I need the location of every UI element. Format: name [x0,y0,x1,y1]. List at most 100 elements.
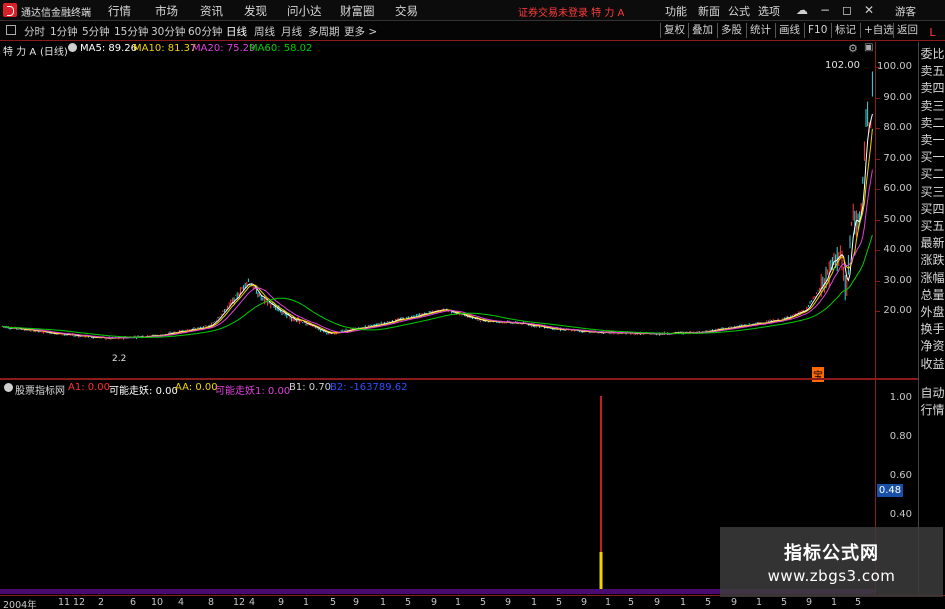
sidebar-item[interactable]: 卖四 [919,80,945,96]
menu-new-page[interactable]: 新面 [698,3,720,19]
time-axis-label: 10 [151,597,164,608]
time-axis-label: 4 [249,597,256,608]
toolbar-f10[interactable]: F10 [804,23,830,38]
price-axis-label: 90.00 [883,91,912,103]
period-weekly[interactable]: 周线 [254,24,275,39]
sidebar-item[interactable]: 卖五 [919,63,945,79]
period-more[interactable]: 更多 > [344,24,377,39]
sidebar-item[interactable]: 买一 [919,149,945,165]
menu-item-quotes[interactable]: 行情 [108,3,131,19]
menu-item-trade[interactable]: 交易 [395,3,418,19]
guest-label[interactable]: 游客 [895,4,916,19]
indicator-axis-current-value: 0.48 [877,484,903,497]
ma-lines [1,113,873,339]
menu-item-discover[interactable]: 发现 [244,3,267,19]
menu-item-wealth-circle[interactable]: 财富圈 [340,3,375,19]
period-tick[interactable]: 分时 [24,24,45,39]
time-axis-label: 5 [405,597,412,608]
menu-options[interactable]: 选项 [758,3,780,19]
sidebar-item[interactable]: 买五 [919,218,945,234]
menu-item-ask-xiaoda[interactable]: 问小达 [287,3,322,19]
period-tag: (日线) [40,47,68,58]
sidebar-item[interactable]: 涨跌 [919,252,945,268]
period-monthly[interactable]: 月线 [281,24,302,39]
cloud-icon[interactable]: ☁ [795,3,809,17]
period-15min[interactable]: 15分钟 [114,24,148,39]
sidebar-item[interactable]: 委比 [919,46,945,62]
toolbar-statistics[interactable]: 统计 [746,23,774,38]
time-axis-label: 5 [855,597,862,608]
time-axis-label: 9 [278,597,285,608]
close-icon[interactable]: ✕ [862,3,876,17]
menu-item-news[interactable]: 资讯 [200,3,223,19]
indicator-axis-label: 1.00 [889,392,912,403]
sidebar-item[interactable]: 行情 [919,402,945,418]
time-axis: 2004年 11 12 2 6 10 4 8 12 4 9 1 5 9 1 5 9 1 5 9 1 5 9 1 5 9 1 5 9 1 5 9… [0,595,945,609]
indicator-settings-icon[interactable] [4,383,13,392]
menu-item-market[interactable]: 市场 [155,3,178,19]
time-axis-label: 1 [680,597,687,608]
sidebar-item[interactable]: 收益 [919,356,945,372]
ma20-label: MA20: 75.29 [192,43,256,54]
time-axis-label: 2 [98,597,105,608]
sidebar-item[interactable]: 净资 [919,338,945,354]
panel-toggle-icon[interactable]: ▣ [864,42,873,53]
sidebar-item[interactable]: 自动 [919,385,945,401]
period-60min[interactable]: 60分钟 [188,24,222,39]
toolbar-back[interactable]: 返回 [893,23,921,38]
stock-name: 特 力 A [3,47,37,58]
indicator-possible-demon: 可能走妖: 0.00 [109,386,178,397]
sidebar-item[interactable]: 买四 [919,201,945,217]
sidebar-item[interactable]: 换手 [919,321,945,337]
time-axis-label: 5 [330,597,337,608]
period-1min[interactable]: 1分钟 [50,24,78,39]
menu-formula[interactable]: 公式 [728,3,750,19]
toolbar-adjust[interactable]: 复权 [660,23,688,38]
time-axis-label: 12 [233,597,246,608]
time-axis-label: 11 [58,597,71,608]
sidebar-item[interactable]: 最新 [919,235,945,251]
indicator-a1: A1: 0.00 [68,382,111,393]
layout-toggle-icon[interactable] [6,25,16,35]
time-axis-label: 5 [781,597,788,608]
price-axis-tick [876,219,880,221]
indicator-name[interactable]: 股票指标网 [15,382,65,397]
sidebar-item[interactable]: 买二 [919,166,945,182]
price-axis-tick [876,67,880,68]
menu-function[interactable]: 功能 [665,3,687,19]
toolbar-mark[interactable]: 标记 [831,23,859,38]
toolbar-add-favorite[interactable]: +自选 [860,23,897,38]
settings-gear-icon[interactable]: ⚙ [848,42,858,55]
sidebar-item[interactable]: 总量 [919,287,945,303]
sidebar-item[interactable]: 卖一 [919,132,945,148]
period-5min[interactable]: 5分钟 [82,24,110,39]
period-multi[interactable]: 多周期 [308,24,340,39]
sidebar-item[interactable]: 买三 [919,184,945,200]
sidebar-item[interactable]: 涨幅 [919,270,945,286]
period-daily[interactable]: 日线 [226,24,247,39]
settings-icon[interactable] [68,43,77,52]
sidebar-item[interactable]: 外盘 [919,304,945,320]
watermark: 指标公式网 www.zbgs3.com [720,527,943,597]
period-30min[interactable]: 30分钟 [151,24,185,39]
restore-icon[interactable]: ◻ [840,3,854,17]
ma-line [1,128,873,339]
indicator-b1: B1: 0.70 [289,382,332,393]
toolbar-overlay[interactable]: 叠加 [688,23,716,38]
price-axis-label: 40.00 [883,244,912,255]
price-axis-label: 60.00 [883,183,912,194]
toolbar-draw[interactable]: 画线 [775,23,803,38]
watermark-url: www.zbgs3.com [767,567,896,585]
sidebar-item[interactable]: 卖三 [919,98,945,114]
time-axis-label: 1 [756,597,763,608]
main-price-chart[interactable] [0,42,875,378]
time-axis-label: 5 [556,597,563,608]
minimize-icon[interactable]: − [818,3,832,17]
indicator-axis-label: 0.80 [889,431,912,442]
toolbar-multi-stock[interactable]: 多股 [717,23,745,38]
time-axis-label: 1 [455,597,462,608]
time-axis-label: 2004年 [3,600,37,609]
time-axis-label: 9 [581,597,588,608]
time-axis-label: 1 [380,597,387,608]
sidebar-item[interactable]: 卖二 [919,115,945,131]
